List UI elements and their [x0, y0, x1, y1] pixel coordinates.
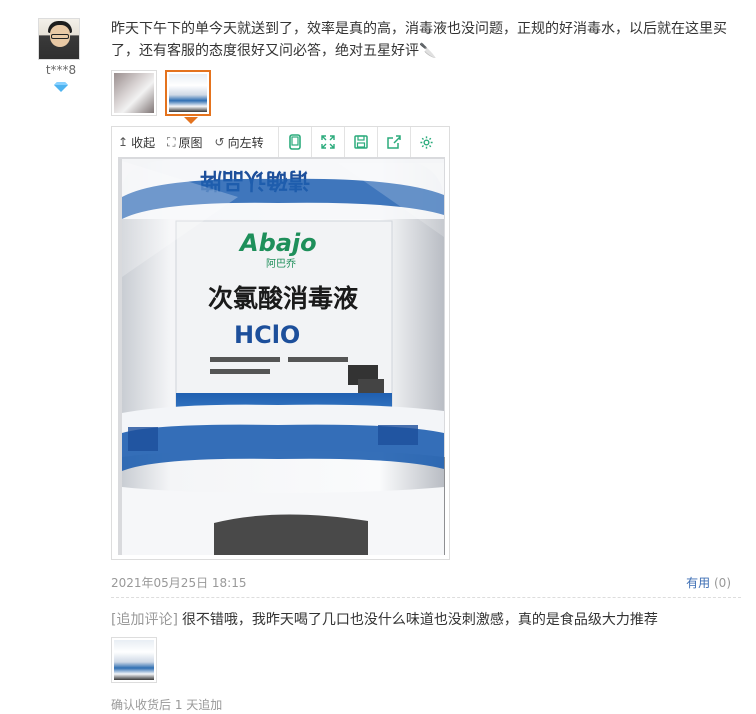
arrow-up-icon: ↥ [118, 135, 129, 149]
review-thumbnail[interactable] [111, 637, 157, 683]
fullscreen-button[interactable] [310, 127, 344, 157]
divider [111, 597, 741, 598]
product-photo[interactable]: 请确认品牌 Abajo 阿巴乔 次氯酸消毒液 HClO [118, 157, 445, 555]
useful-vote: 有用 (0) [686, 574, 731, 591]
gear-icon [420, 135, 433, 149]
review-thumbnails [111, 70, 741, 124]
review-meta: 2021年05月25日 18:15 有用 (0) [111, 574, 731, 591]
review-text: 昨天下午下的单今天就送到了，效率是真的高，消毒液也没问题，正规的好消毒水，以后就… [111, 21, 727, 59]
reviewer-info: t***8 [38, 18, 84, 96]
append-tag: [追加评论] [111, 612, 178, 628]
settings-button[interactable] [409, 127, 443, 157]
append-time-note: 确认收货后 1 天追加 [111, 698, 223, 712]
rotate-left-button[interactable]: ↺ 向左转 [209, 127, 270, 157]
phone-view-button[interactable] [277, 127, 311, 157]
viewer-toolbar: ↥ 收起 ⛶ 原图 ↺ 向左转 [112, 127, 449, 157]
review-thumbnail[interactable] [111, 70, 157, 116]
phone-icon [288, 134, 301, 150]
original-image-button[interactable]: ⛶ 原图 [161, 127, 208, 157]
append-text: 很不错哦，我昨天喝了几口也没什么味道也没刺激感，真的是食品级大力推荐 [181, 612, 658, 628]
appended-review: [追加评论] 很不错哦，我昨天喝了几口也没什么味道也没刺激感，真的是食品级大力推荐 [111, 609, 658, 629]
review-thumbnail-selected[interactable] [165, 70, 211, 124]
product-name-text: 次氯酸消毒液 [208, 284, 358, 313]
reviewer-nickname: t***8 [45, 63, 77, 77]
share-button[interactable] [376, 127, 410, 157]
share-icon [386, 135, 401, 149]
save-button[interactable] [343, 127, 377, 157]
useful-count: (0) [714, 576, 731, 590]
append-thumbnails [111, 637, 157, 683]
diamond-icon [54, 82, 68, 92]
brand-cn-text: 阿巴乔 [266, 258, 296, 270]
expand-icon: ⛶ [167, 134, 176, 149]
rotate-left-icon: ↺ [214, 135, 225, 149]
brand-logo-text: Abajo [238, 229, 317, 257]
fullscreen-icon [320, 135, 335, 149]
save-icon [353, 135, 368, 149]
review-content: 昨天下午下的单今天就送到了，效率是真的高，消毒液也没问题，正规的好消毒水，以后就… [111, 18, 741, 124]
review-date: 2021年05月25日 18:15 [111, 576, 247, 590]
useful-button[interactable]: 有用 [686, 576, 710, 590]
image-viewer: ↥ 收起 ⛶ 原图 ↺ 向左转 Abajo 阿巴乔 次氯酸消毒液 HClO [111, 126, 450, 560]
avatar[interactable] [38, 18, 80, 60]
formula-text: HClO [234, 321, 300, 349]
collapse-button[interactable]: ↥ 收起 [112, 127, 161, 157]
